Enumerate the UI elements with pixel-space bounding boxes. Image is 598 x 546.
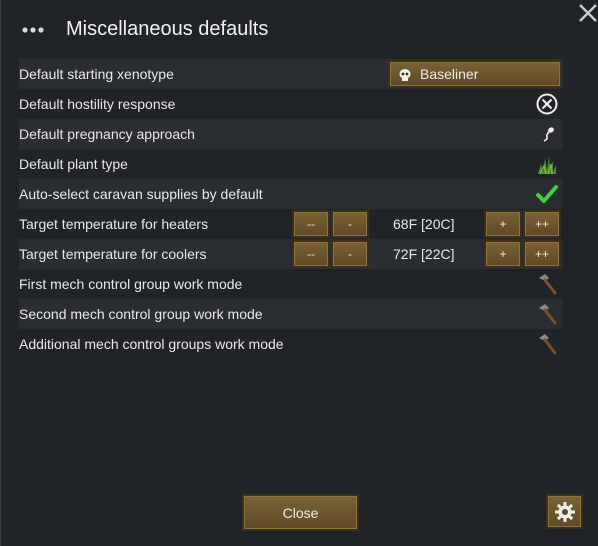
row-heater-temperature: Target temperature for heaters -- - 68F …	[19, 209, 563, 239]
hammer-icon[interactable]	[535, 332, 559, 356]
hammer-icon[interactable]	[535, 272, 559, 296]
row-plant-type: Default plant type	[19, 149, 563, 179]
xenotype-select-button[interactable]: Baseliner	[388, 60, 562, 88]
hostility-circle-x-icon[interactable]	[535, 92, 559, 116]
close-button[interactable]: Close	[242, 494, 359, 531]
heater-increase-big-button[interactable]: ++	[523, 210, 561, 238]
row-label: Default plant type	[19, 156, 128, 172]
xenotype-value: Baseliner	[420, 66, 479, 82]
heater-increase-button[interactable]: +	[484, 210, 522, 238]
sperm-icon[interactable]	[535, 122, 559, 146]
gear-icon	[554, 501, 575, 522]
heater-decrease-big-button[interactable]: --	[292, 210, 330, 238]
row-label: Additional mech control groups work mode	[19, 336, 284, 352]
cooler-decrease-button[interactable]: -	[331, 240, 369, 268]
settings-list: Default starting xenotype Baseliner Defa…	[19, 59, 563, 359]
row-label: Second mech control group work mode	[19, 306, 263, 322]
row-label: Target temperature for coolers	[19, 246, 207, 262]
misc-defaults-window: Miscellaneous defaults Default starting …	[0, 0, 598, 546]
row-label: Default hostility response	[19, 96, 176, 112]
options-dots-icon[interactable]	[21, 22, 47, 38]
hammer-icon[interactable]	[535, 302, 559, 326]
row-label: Target temperature for heaters	[19, 216, 209, 232]
grass-plant-icon[interactable]	[535, 152, 559, 176]
settings-button[interactable]	[546, 494, 583, 529]
row-additional-mech-groups: Additional mech control groups work mode	[19, 329, 563, 359]
row-pregnancy-approach: Default pregnancy approach	[19, 119, 563, 149]
cooler-increase-button[interactable]: +	[484, 240, 522, 268]
checkmark-icon[interactable]	[535, 182, 559, 206]
close-window-icon[interactable]	[577, 2, 598, 24]
row-label: First mech control group work mode	[19, 276, 243, 292]
row-caravan-supplies: Auto-select caravan supplies by default	[19, 179, 563, 209]
row-first-mech-group: First mech control group work mode	[19, 269, 563, 299]
skull-icon	[399, 69, 411, 81]
cooler-decrease-big-button[interactable]: --	[292, 240, 330, 268]
row-default-xenotype: Default starting xenotype Baseliner	[19, 59, 563, 89]
row-label: Default starting xenotype	[19, 66, 174, 82]
row-cooler-temperature: Target temperature for coolers -- - 72F …	[19, 239, 563, 269]
row-label: Auto-select caravan supplies by default	[19, 186, 263, 202]
row-label: Default pregnancy approach	[19, 126, 195, 142]
heater-decrease-button[interactable]: -	[331, 210, 369, 238]
cooler-temperature-value: 72F [22C]	[393, 246, 455, 262]
row-second-mech-group: Second mech control group work mode	[19, 299, 563, 329]
row-hostility-response: Default hostility response	[19, 89, 563, 119]
window-title: Miscellaneous defaults	[66, 18, 269, 40]
heater-temperature-value: 68F [20C]	[393, 216, 455, 232]
cooler-increase-big-button[interactable]: ++	[523, 240, 561, 268]
